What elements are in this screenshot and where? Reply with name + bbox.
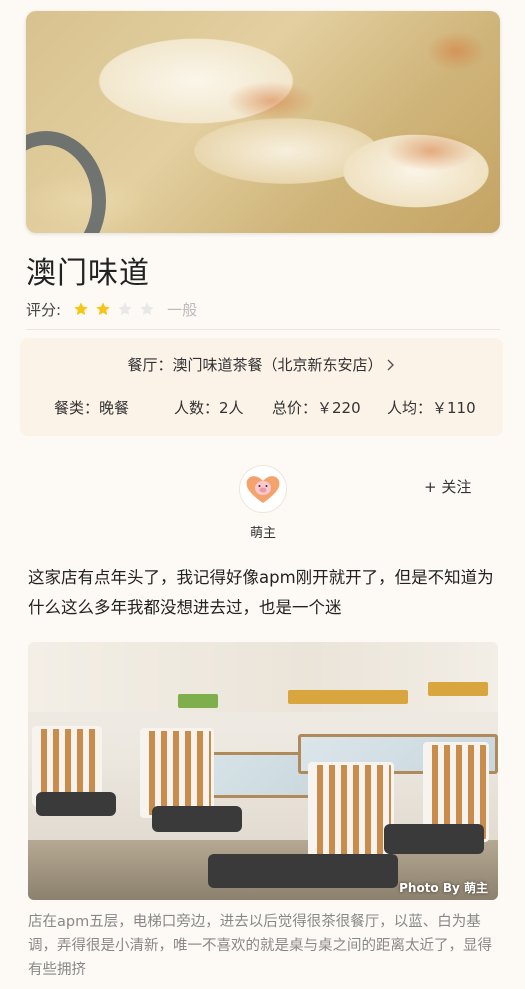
photo-board: [428, 682, 488, 696]
star-filled-icon: [96, 302, 110, 316]
photo-credit: Photo By 萌主: [399, 881, 488, 895]
stats-row: 餐类：晚餐 人数：2人 总价：￥220 人均：￥110: [20, 397, 503, 417]
total-price: 总价：￥220: [272, 399, 361, 417]
avatar: [239, 465, 287, 513]
star-filled-icon: [74, 302, 88, 316]
rating-stars: [73, 301, 161, 317]
photo-board: [288, 690, 408, 704]
photo-chair: [140, 728, 214, 818]
photo-seat: [36, 792, 116, 816]
post-paragraph: 这家店有点年头了，我记得好像apm刚开就开了，但是不知道为什么这么多年我都没想进…: [28, 568, 494, 617]
rating-text: 一般: [167, 300, 198, 319]
rating-row: 评分: 一般: [26, 298, 197, 320]
divider: [26, 329, 500, 330]
photo-seat: [384, 824, 484, 854]
bowl-rim-decoration: [26, 131, 106, 233]
restaurant-name: 餐厅：澳门味道茶餐（北京新东安店）: [127, 356, 383, 374]
star-empty-icon: [118, 302, 132, 316]
rating-label: 评分:: [26, 300, 62, 319]
people-count: 人数：2人: [174, 399, 244, 417]
photo-board: [178, 694, 218, 708]
spice-decoration: [386, 131, 476, 171]
photo-wall: [28, 642, 498, 712]
restaurant-photo[interactable]: Photo By 萌主: [28, 642, 498, 900]
follow-button[interactable]: + 关注: [424, 476, 471, 497]
spice-decoration: [426, 31, 486, 71]
star-empty-icon: [140, 302, 154, 316]
restaurant-info-card: 餐厅：澳门味道茶餐（北京新东安店） 餐类：晚餐 人数：2人 总价：￥220 人均…: [20, 338, 503, 436]
chevron-right-icon: [387, 359, 394, 371]
pig-heart-avatar-icon: [246, 476, 280, 503]
author-name[interactable]: 萌主: [230, 522, 296, 541]
per-person-price: 人均：￥110: [387, 399, 476, 417]
photo-seat: [152, 806, 242, 832]
post-title: 澳门味道: [26, 256, 150, 291]
photo-seat: [208, 854, 398, 888]
meal-type: 餐类：晚餐: [54, 399, 130, 417]
author-avatar-link[interactable]: [239, 465, 287, 513]
hero-food-image[interactable]: [26, 11, 500, 233]
photo-caption: 店在apm五层，电梯口旁边，进去以后觉得很茶很餐厅，以蓝、白为基调，弄得很是小清…: [28, 914, 492, 978]
spice-decoration: [226, 81, 316, 121]
restaurant-link[interactable]: 餐厅：澳门味道茶餐（北京新东安店）: [20, 354, 503, 375]
